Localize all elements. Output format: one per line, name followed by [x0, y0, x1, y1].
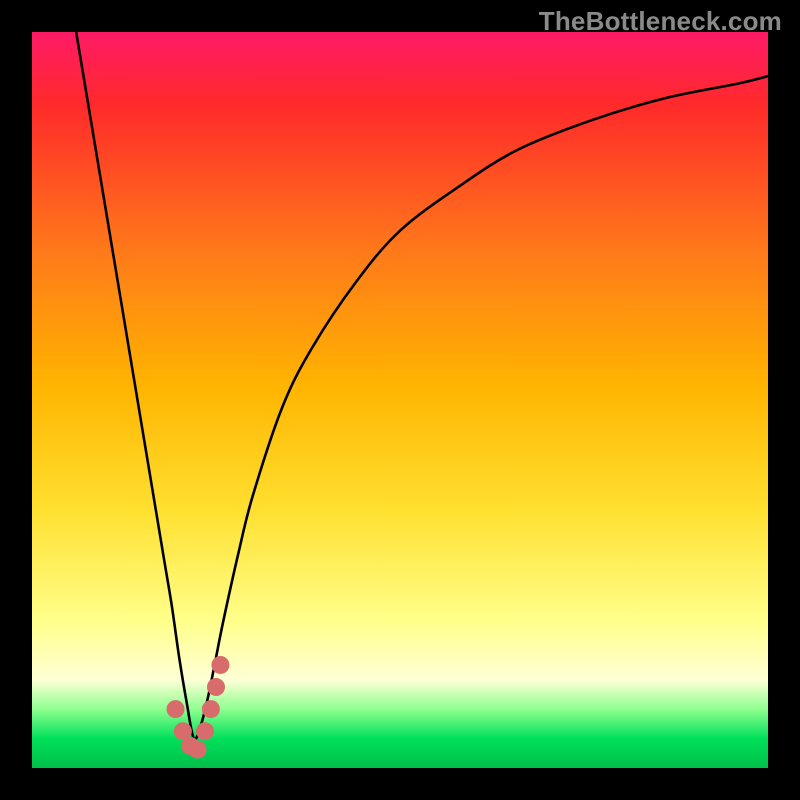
gradient-background — [32, 32, 768, 768]
sample-dot — [196, 722, 214, 740]
bottleneck-chart — [32, 32, 768, 768]
outer-frame: TheBottleneck.com — [0, 0, 800, 800]
sample-dot — [207, 678, 225, 696]
plot-area — [32, 32, 768, 768]
watermark-text: TheBottleneck.com — [539, 6, 782, 37]
sample-dot — [202, 700, 220, 718]
sample-dot — [211, 656, 229, 674]
sample-dot — [189, 741, 207, 759]
sample-dot — [167, 700, 185, 718]
